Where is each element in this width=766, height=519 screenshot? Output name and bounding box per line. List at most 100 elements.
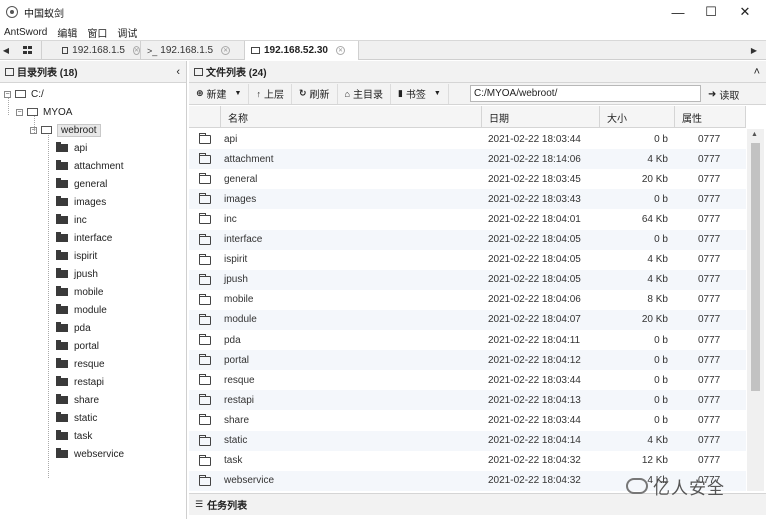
column-name[interactable]: 名称 — [222, 106, 482, 128]
file-grid-scrollbar[interactable]: ▲ — [747, 129, 764, 491]
tree-node-child[interactable]: share — [56, 391, 99, 409]
cell-attr: 0777 — [698, 254, 721, 266]
table-row[interactable]: portal 2021-02-22 18:04:12 0 b 0777 — [189, 350, 746, 371]
folder-icon — [56, 214, 68, 224]
table-row[interactable]: attachment 2021-02-22 18:14:06 4 Kb 0777 — [189, 149, 746, 170]
cell-name: ispirit — [224, 254, 248, 266]
table-row[interactable]: restapi 2021-02-22 18:04:13 0 b 0777 — [189, 390, 746, 411]
cell-size: 8 Kb — [647, 294, 668, 306]
file-panel: 文件列表 (24) ˄ ⊕新建 ▼ ↑上层 ↻刷新 ⌂主目录 ▮书签 ▼ ➜读取 名… — [189, 61, 766, 519]
cell-date: 2021-02-22 18:03:44 — [488, 414, 581, 426]
table-row[interactable]: resque 2021-02-22 18:03:44 0 b 0777 — [189, 370, 746, 390]
column-date[interactable]: 日期 — [483, 106, 600, 128]
folder-icon — [251, 47, 260, 54]
table-row[interactable]: mobile 2021-02-22 18:04:06 8 Kb 0777 — [189, 290, 746, 310]
tab-scroll-right-icon[interactable]: ▶ — [748, 41, 760, 60]
table-row[interactable]: pda 2021-02-22 18:04:11 0 b 0777 — [189, 330, 746, 350]
cell-name: task — [224, 455, 243, 467]
folder-icon — [199, 474, 211, 486]
tree-node-child[interactable]: module — [56, 301, 107, 319]
tree-node-webroot[interactable]: − webroot — [30, 121, 101, 139]
read-button[interactable]: ➜ 读取 — [702, 84, 745, 104]
folder-icon — [56, 196, 68, 206]
up-button[interactable]: ↑ 上层 — [249, 83, 292, 104]
tree-node-child[interactable]: static — [56, 409, 97, 427]
table-row[interactable]: interface 2021-02-22 18:04:05 0 b 0777 — [189, 229, 746, 250]
tree-node-child[interactable]: attachment — [56, 157, 123, 175]
cell-name: pda — [224, 334, 241, 346]
tree-node-child[interactable]: interface — [56, 229, 112, 247]
tree-node-child[interactable]: webservice — [56, 445, 124, 463]
collapse-up-icon[interactable]: ˄ — [754, 66, 760, 78]
bookmark-button[interactable]: ▮ 书签 ▼ — [391, 83, 449, 104]
refresh-button[interactable]: ↻ 刷新 — [292, 83, 338, 104]
new-button[interactable]: ⊕ 新建 ▼ — [189, 83, 250, 104]
table-row[interactable]: task 2021-02-22 18:04:32 12 Kb 0777 — [189, 451, 746, 471]
folder-icon — [15, 90, 26, 98]
cell-date: 2021-02-22 18:14:06 — [488, 153, 581, 165]
tree-node-child[interactable]: pda — [56, 319, 91, 337]
table-row[interactable]: general 2021-02-22 18:03:45 20 Kb 0777 — [189, 169, 746, 189]
dropdown-arrow-icon: ▼ — [234, 90, 242, 97]
table-row[interactable]: static 2021-02-22 18:04:14 4 Kb 0777 — [189, 430, 746, 451]
tab-file-192-168-1-5[interactable]: 192.168.1.5 ✕ — [56, 41, 141, 60]
menu-antsword[interactable]: AntSword — [4, 27, 47, 38]
tab-home[interactable] — [14, 41, 42, 60]
table-row[interactable]: jpush 2021-02-22 18:04:05 4 Kb 0777 — [189, 269, 746, 290]
folder-icon — [56, 412, 68, 422]
tree-node-child[interactable]: resque — [56, 355, 105, 373]
menu-window[interactable]: 窗口 — [87, 25, 107, 40]
tab-label: 192.168.1.5 — [72, 45, 125, 56]
menu-debug[interactable]: 调试 — [117, 25, 137, 40]
tree-node-root[interactable]: − C:/ — [4, 85, 44, 103]
table-row[interactable]: api 2021-02-22 18:03:44 0 b 0777 — [189, 129, 746, 149]
read-label: 读取 — [719, 90, 740, 102]
tree-node-child[interactable]: task — [56, 427, 92, 445]
path-input[interactable] — [470, 85, 701, 102]
table-row[interactable]: ispirit 2021-02-22 18:04:05 4 Kb 0777 — [189, 250, 746, 270]
scroll-up-icon[interactable]: ▲ — [751, 131, 758, 138]
tree-node-child[interactable]: api — [56, 139, 87, 157]
tab-close-icon[interactable]: ✕ — [132, 46, 140, 55]
minus-icon[interactable]: − — [4, 90, 11, 98]
table-row[interactable]: inc 2021-02-22 18:04:01 64 Kb 0777 — [189, 209, 746, 229]
tree-node-child[interactable]: ispirit — [56, 247, 97, 265]
cell-name: static — [224, 435, 248, 446]
file-toolbar: ⊕新建 ▼ ↑上层 ↻刷新 ⌂主目录 ▮书签 ▼ ➜读取 — [189, 83, 766, 105]
cell-date: 2021-02-22 18:04:05 — [488, 274, 581, 286]
maximize-button[interactable]: ☐ — [695, 0, 727, 24]
tab-close-icon[interactable]: ✕ — [221, 46, 231, 55]
table-row[interactable]: images 2021-02-22 18:03:43 0 b 0777 — [189, 189, 746, 210]
collapse-left-icon[interactable]: ‹ — [176, 66, 180, 78]
tree-node-child[interactable]: portal — [56, 337, 99, 355]
tab-terminal-192-168-1-5[interactable]: >_ 192.168.1.5 ✕ — [141, 41, 245, 60]
tree-node-child[interactable]: inc — [56, 211, 87, 229]
cell-date: 2021-02-22 18:04:01 — [488, 213, 581, 225]
column-attr[interactable]: 属性 — [676, 106, 746, 128]
file-grid-header: 名称 日期 大小 属性 — [189, 106, 746, 128]
tab-close-icon[interactable]: ✕ — [335, 46, 345, 55]
table-row[interactable]: module 2021-02-22 18:04:07 20 Kb 0777 — [189, 309, 746, 330]
file-icon — [194, 67, 203, 76]
menu-edit[interactable]: 编辑 — [57, 25, 77, 40]
cell-attr: 0777 — [698, 274, 721, 286]
table-row[interactable]: share 2021-02-22 18:03:44 0 b 0777 — [189, 410, 746, 430]
tree-node-child[interactable]: general — [56, 175, 107, 193]
tree-node-myoa[interactable]: − MYOA — [16, 103, 72, 121]
wechat-logo-icon — [626, 478, 648, 494]
tree-node-child[interactable]: restapi — [56, 373, 104, 391]
tab-scroll-left-icon[interactable]: ◀ — [0, 41, 12, 60]
scrollbar-thumb[interactable] — [751, 143, 760, 391]
minimize-button[interactable]: — — [662, 0, 694, 24]
tree-node-child[interactable]: mobile — [56, 283, 103, 301]
column-size[interactable]: 大小 — [601, 106, 675, 128]
tree-node-label: jpush — [74, 268, 98, 280]
minus-icon[interactable]: − — [16, 108, 23, 116]
tree-node-child[interactable]: images — [56, 193, 106, 211]
tab-file-192-168-52-30[interactable]: 192.168.52.30 ✕ — [245, 41, 359, 60]
home-button[interactable]: ⌂ 主目录 — [338, 83, 391, 104]
close-button[interactable]: ✕ — [729, 0, 761, 24]
minus-icon[interactable]: − — [30, 126, 37, 134]
tree-node-child[interactable]: jpush — [56, 265, 98, 283]
cell-date: 2021-02-22 18:04:07 — [488, 314, 581, 326]
